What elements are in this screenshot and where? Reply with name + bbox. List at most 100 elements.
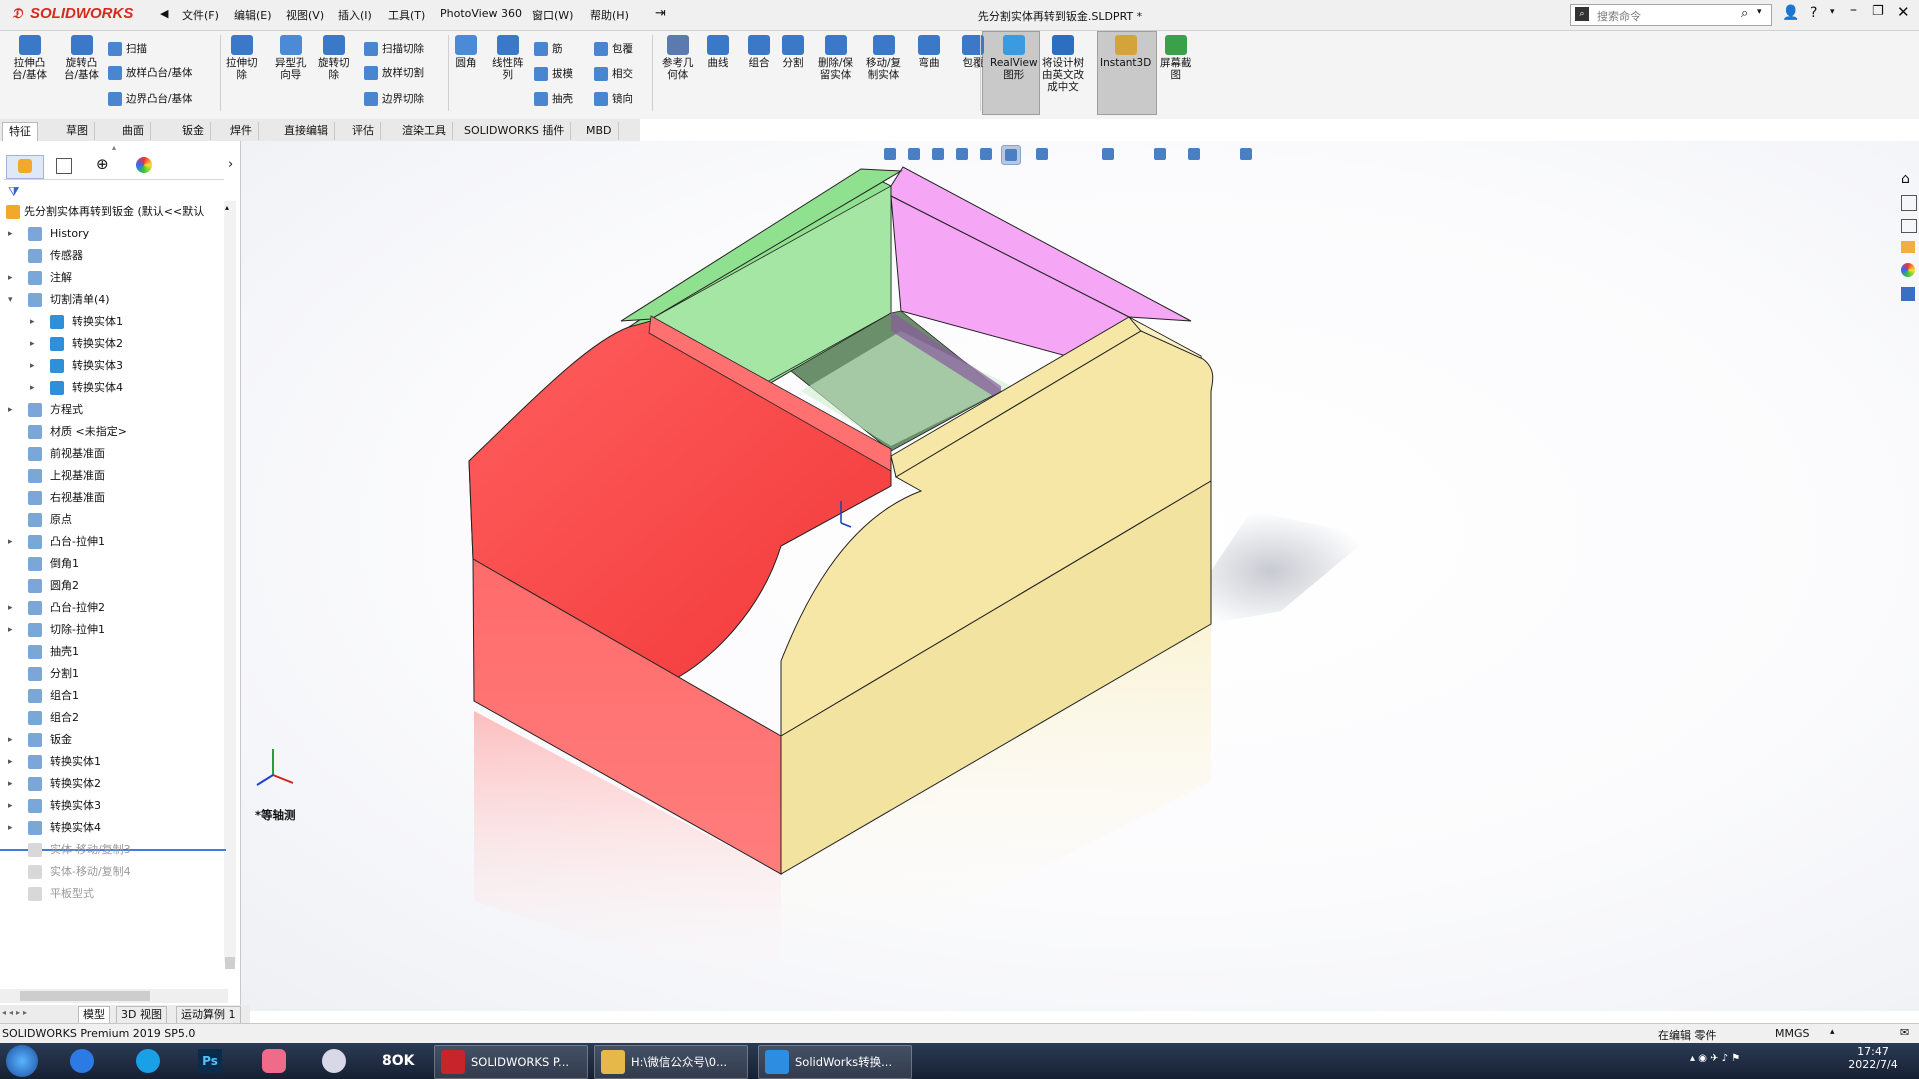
tree-expand-icon[interactable]: ▸ <box>8 597 13 619</box>
tree-item[interactable]: ▸ 转换实体3 <box>0 795 228 817</box>
close-window-icon[interactable]: ✕ <box>1897 3 1910 21</box>
cmd-translate-tree-button[interactable]: 将设计树 由英文改 成中文 <box>1042 35 1084 93</box>
tree-expand-icon[interactable]: ▸ <box>8 751 13 773</box>
cmd-swept-cut-button[interactable]: 扫描切除 <box>364 41 424 56</box>
cmd-extruded-cut-button[interactable]: 拉伸切 除 <box>226 35 258 81</box>
tree-item[interactable]: 原点 <box>0 509 228 531</box>
tree-expand-icon[interactable]: ▸ <box>8 619 13 641</box>
cmd-revolved-cut-button[interactable]: 旋转切 除 <box>318 35 350 81</box>
tree-expand-icon[interactable]: ▸ <box>30 311 35 333</box>
tree-expand-icon[interactable]: ▸ <box>8 817 13 839</box>
clock[interactable]: 17:47 2022/7/4 <box>1838 1045 1908 1071</box>
menu-item-8[interactable]: 帮助(H) <box>590 7 629 23</box>
tree-item[interactable]: ▸ History <box>0 223 228 245</box>
tab-1[interactable]: 特征 <box>2 122 38 141</box>
tree-item[interactable]: 倒角1 <box>0 553 228 575</box>
horizontal-scroll-thumb[interactable] <box>20 991 150 1001</box>
bottom-tab-3[interactable]: 运动算例 1 <box>176 1006 241 1024</box>
tree-item[interactable]: 材质 <未指定> <box>0 421 228 443</box>
expand-menu-icon[interactable]: ◀ <box>160 7 168 20</box>
search-command-input[interactable]: ⌕ 搜索命令 ⌕ ▾ <box>1570 4 1772 26</box>
units-label[interactable]: MMGS <box>1775 1027 1810 1040</box>
tree-item[interactable]: 圆角2 <box>0 575 228 597</box>
search-icon[interactable]: ⌕ <box>1741 6 1748 21</box>
tree-item[interactable]: ▸ 转换实体1 <box>0 751 228 773</box>
cmd-combine-button[interactable]: 组合 <box>748 35 770 69</box>
tree-item[interactable]: ▸ 转换实体1 <box>0 311 228 333</box>
tray-icons[interactable]: ▴ ◉ ✈ ♪ ⚑ <box>1690 1053 1740 1064</box>
graphics-viewport[interactable]: ⌂ ⊟ ⊟ – ❐ ✕ <box>241 141 1919 1011</box>
horizontal-scrollbar[interactable] <box>0 989 228 1003</box>
solidworks-logo[interactable]: 𝔇 SOLIDWORKS <box>12 5 152 27</box>
tree-item[interactable]: ▸ 钣金 <box>0 729 228 751</box>
bottom-tab-1[interactable]: 模型 <box>78 1006 110 1024</box>
cmd-revolved-boss-button[interactable]: 旋转凸 台/基体 <box>64 35 99 81</box>
tree-item[interactable]: ▾ 切割清单(4) <box>0 289 228 311</box>
tab-3[interactable]: 曲面 <box>116 122 151 140</box>
cmd-move-copy-body-button[interactable]: 移动/复 制实体 <box>866 35 901 81</box>
help-dropdown-icon[interactable]: ▾ <box>1830 7 1835 17</box>
cmd-split-button[interactable]: 分割 <box>782 35 804 69</box>
tab-5[interactable]: 焊件 <box>224 122 259 140</box>
menu-item-6[interactable]: PhotoView 360 <box>440 7 522 20</box>
tab-6[interactable]: 直接编辑 <box>278 122 335 140</box>
tab-7[interactable]: 评估 <box>346 122 381 140</box>
panel-collapse-handle[interactable]: ▴ <box>112 143 116 152</box>
tree-item[interactable]: 抽壳1 <box>0 641 228 663</box>
help-icon[interactable]: ? <box>1810 5 1817 21</box>
pin-menu-icon[interactable]: ⇥ <box>655 6 666 21</box>
tree-item[interactable]: ▸ 切除-拉伸1 <box>0 619 228 641</box>
tab-10[interactable]: MBD <box>580 122 619 140</box>
cmd-reference-geometry-button[interactable]: 参考几 何体 <box>662 35 694 81</box>
cmd-fillet-button[interactable]: 圆角 <box>455 35 477 69</box>
taskbar-item-3[interactable]: SolidWorks转换... <box>758 1045 912 1079</box>
cmd-instant3d-button[interactable]: Instant3D <box>1100 35 1151 69</box>
cmd-lofted-boss-button[interactable]: 放样凸台/基体 <box>108 65 193 80</box>
cmd-intersect-button[interactable]: 相交 <box>594 66 633 81</box>
menu-item-3[interactable]: 视图(V) <box>286 7 324 23</box>
tree-item[interactable]: 前视基准面 <box>0 443 228 465</box>
tree-expand-icon[interactable]: ▸ <box>8 399 13 421</box>
cmd-draft-button[interactable]: 拔模 <box>534 66 573 81</box>
scroll-thumb[interactable] <box>225 957 235 969</box>
search-dropdown-icon[interactable]: ▾ <box>1757 7 1762 17</box>
cmd-rib-button[interactable]: 筋 <box>534 41 563 56</box>
tree-item[interactable]: ▸ 凸台-拉伸2 <box>0 597 228 619</box>
menu-item-7[interactable]: 窗口(W) <box>532 7 573 23</box>
tree-item[interactable]: 上视基准面 <box>0 465 228 487</box>
tree-item[interactable]: ▸ 转换实体2 <box>0 333 228 355</box>
tree-item[interactable]: 组合1 <box>0 685 228 707</box>
restore-window-icon[interactable]: ❐ <box>1872 4 1884 19</box>
tree-item[interactable]: 分割1 <box>0 663 228 685</box>
tab-scroll-arrows[interactable]: ◂◂▸▸ <box>2 1008 30 1017</box>
menu-item-5[interactable]: 工具(T) <box>388 7 425 23</box>
tree-expand-icon[interactable]: ▸ <box>8 531 13 553</box>
tab-4[interactable]: 钣金 <box>176 122 211 140</box>
app-pinned-icon-5[interactable]: 8OK <box>382 1049 416 1073</box>
tree-expand-icon[interactable]: ▸ <box>8 773 13 795</box>
taskbar-item-1[interactable]: SOLIDWORKS P... <box>434 1045 588 1079</box>
view-orientation-triad[interactable] <box>251 741 301 801</box>
app-pinned-icon-4[interactable] <box>322 1049 346 1073</box>
tree-item[interactable]: 平板型式 <box>0 883 228 905</box>
tab-2[interactable]: 草图 <box>60 122 95 140</box>
app-pinned-icon-1[interactable] <box>70 1049 94 1073</box>
model-3d-view[interactable] <box>241 141 1919 1011</box>
tree-expand-icon[interactable]: ▸ <box>30 377 35 399</box>
bottom-tab-2[interactable]: 3D 视图 <box>116 1006 167 1024</box>
app-pinned-icon-2[interactable] <box>136 1049 160 1073</box>
tree-item[interactable]: 传感器 <box>0 245 228 267</box>
feature-manager-tab[interactable] <box>6 155 44 179</box>
filter-icon[interactable]: ⧩ <box>8 185 20 200</box>
tab-9[interactable]: SOLIDWORKS 插件 <box>458 122 572 140</box>
display-manager-tab-icon[interactable] <box>136 157 152 173</box>
cmd-boundary-boss-button[interactable]: 边界凸台/基体 <box>108 91 193 106</box>
scroll-up-icon[interactable]: ▴ <box>225 203 229 212</box>
cmd-shell-button[interactable]: 抽壳 <box>534 91 573 106</box>
tree-expand-icon[interactable]: ▸ <box>8 729 13 751</box>
user-icon[interactable]: 👤 <box>1782 5 1799 21</box>
tree-item[interactable]: 右视基准面 <box>0 487 228 509</box>
tree-item[interactable]: ▸ 转换实体4 <box>0 377 228 399</box>
cmd-curves-button[interactable]: 曲线 <box>707 35 729 69</box>
photoshop-icon[interactable]: Ps <box>198 1049 222 1073</box>
